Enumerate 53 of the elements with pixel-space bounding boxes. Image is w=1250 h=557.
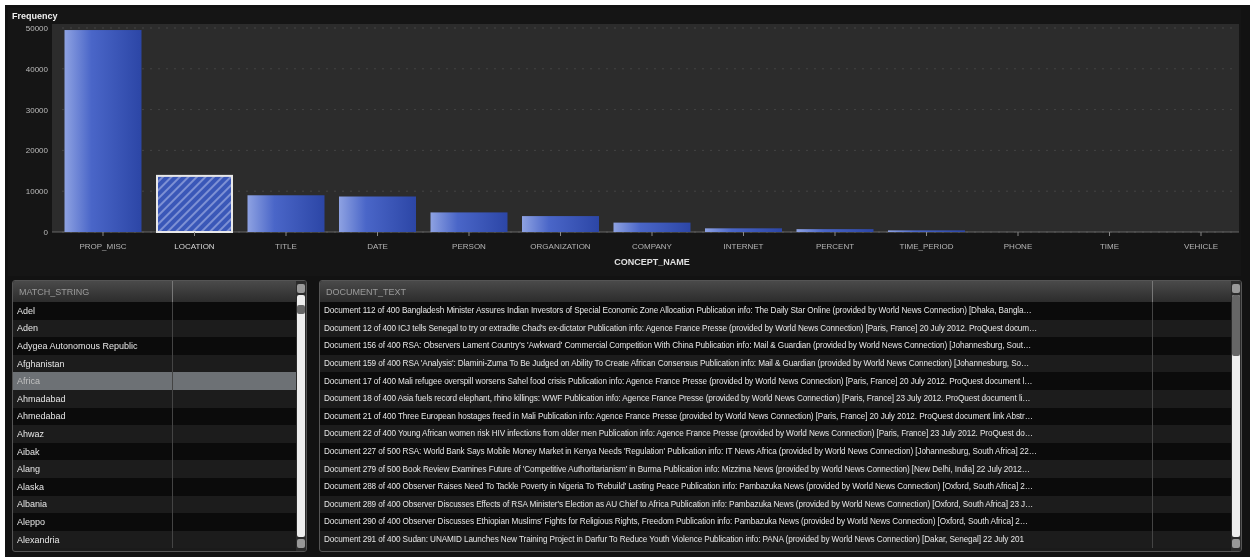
table-cell: Document 18 of 400 Asia fuels record elephant, rhino killings: WWF Publication info: Agence France Presse (provided by World News Connection) [Paris, France] 23 July 2012. ProQuest document li… — [320, 389, 1153, 408]
bar[interactable] — [64, 30, 142, 232]
bar[interactable] — [430, 212, 508, 232]
category-label: DATE — [367, 242, 388, 251]
table-cell: Document 156 of 400 RSA: Observers Lament Country's 'Awkward' Commercial Competition With China Publication info: Mail & Guardian (provided by World News Connection) [Johannesburg, Sout… — [320, 337, 1153, 355]
axis-title: Frequency — [12, 11, 58, 21]
category-label: PHONE — [1003, 242, 1033, 251]
table-row[interactable]: Adygea Autonomous Republic — [13, 337, 296, 355]
table-cell: Document 17 of 400 Mali refugee overspill worsens Sahel food crisis Publication info: Agence France Presse (provided by World News Connection) [Paris, France] 20 July 2012. ProQuest document l… — [320, 372, 1153, 390]
tick-label: 0 — [43, 228, 48, 237]
bar[interactable] — [705, 228, 782, 232]
category-label: TIME_PERIOD — [899, 242, 954, 251]
table-cell: Ahwaz — [13, 425, 173, 443]
table-cell: Document 279 of 500 Book Review Examines Future of 'Competitive Authoritarianism' in Burma Publication info: Mizzima News (provided by World News Connection) [New Delhi, India] 22 July 2012… — [320, 460, 1153, 478]
table-cell: Adygea Autonomous Republic — [13, 337, 173, 355]
tick-label: 40000 — [25, 64, 48, 74]
table-cell: Document 22 of 400 Young African women risk HIV infections from older men Publication info: Agence France Presse (provided by World News Connection) [Paris, France] 23 July 2012. ProQuest do… — [320, 425, 1153, 443]
tick-label: 20000 — [25, 146, 48, 156]
category-label: INTERNET — [723, 242, 764, 251]
table-cell: Document 288 of 400 Observer Raises Need To Tackle Poverty in Nigeria To 'Rebuild' Lasting Peace Publication info: Pambazuka News (provided by World News Connection) [Oxford, South Africa] 2… — [320, 477, 1153, 496]
category-label: LOCATION — [174, 242, 215, 251]
table-cell: Ahmadabad — [13, 389, 173, 408]
axis-title: CONCEPT_NAME — [614, 257, 690, 267]
table-row[interactable]: Adel — [13, 302, 296, 320]
table-cell: Adel — [13, 302, 173, 320]
table-cell: Alaska — [13, 477, 173, 496]
category-label: PROP_MISC — [79, 242, 127, 251]
table-cell: Aleppo — [13, 513, 173, 531]
table-cell: Alexandria — [13, 530, 173, 549]
category-label: COMPANY — [632, 242, 672, 251]
table-cell: Alang — [13, 460, 173, 478]
tick-label: 30000 — [25, 105, 48, 115]
bar[interactable] — [339, 196, 416, 232]
category-label: ORGANIZATION — [530, 242, 591, 251]
bar[interactable] — [247, 195, 325, 232]
table-cell: Document 112 of 400 Bangladesh Minister Assures Indian Investors of Special Economic Zone Allocation Publication info: The Daily Star Online (provided by World News Connection) [Dhaka, Bangla… — [320, 302, 1153, 320]
table-cell: Africa — [13, 372, 173, 390]
category-label: PERCENT — [815, 242, 855, 251]
category-label: TITLE — [275, 242, 297, 251]
scroll-bar[interactable] — [1231, 281, 1241, 551]
table-cell: Document 290 of 400 Observer Discusses Ethiopian Muslims' Fights for Religious Rights, Freedom Publication info: Pambazuka News (provided by World News Connection) [Oxford, South Africa] 2… — [320, 513, 1153, 531]
category-label: PERSON — [452, 242, 486, 251]
table-row[interactable]: Aleppo — [13, 513, 296, 531]
bar[interactable] — [796, 229, 874, 232]
category-label: TIME — [1099, 242, 1120, 251]
bar[interactable] — [156, 174, 233, 233]
bar[interactable] — [522, 216, 599, 232]
tick-label: 50000 — [25, 24, 48, 33]
category-label: VEHICLE — [1183, 242, 1219, 251]
scroll-bar[interactable] — [296, 281, 306, 551]
bar[interactable] — [613, 222, 691, 232]
tick-label: 10000 — [25, 187, 48, 197]
table-cell: Document 291 of 400 Sudan: UNAMID Launches New Training Project in Darfur To Reduce Youth Violence Publication info: PANA (provided by World News Connection) [Dakar, Senegal] 22 July 201 — [320, 530, 1153, 549]
